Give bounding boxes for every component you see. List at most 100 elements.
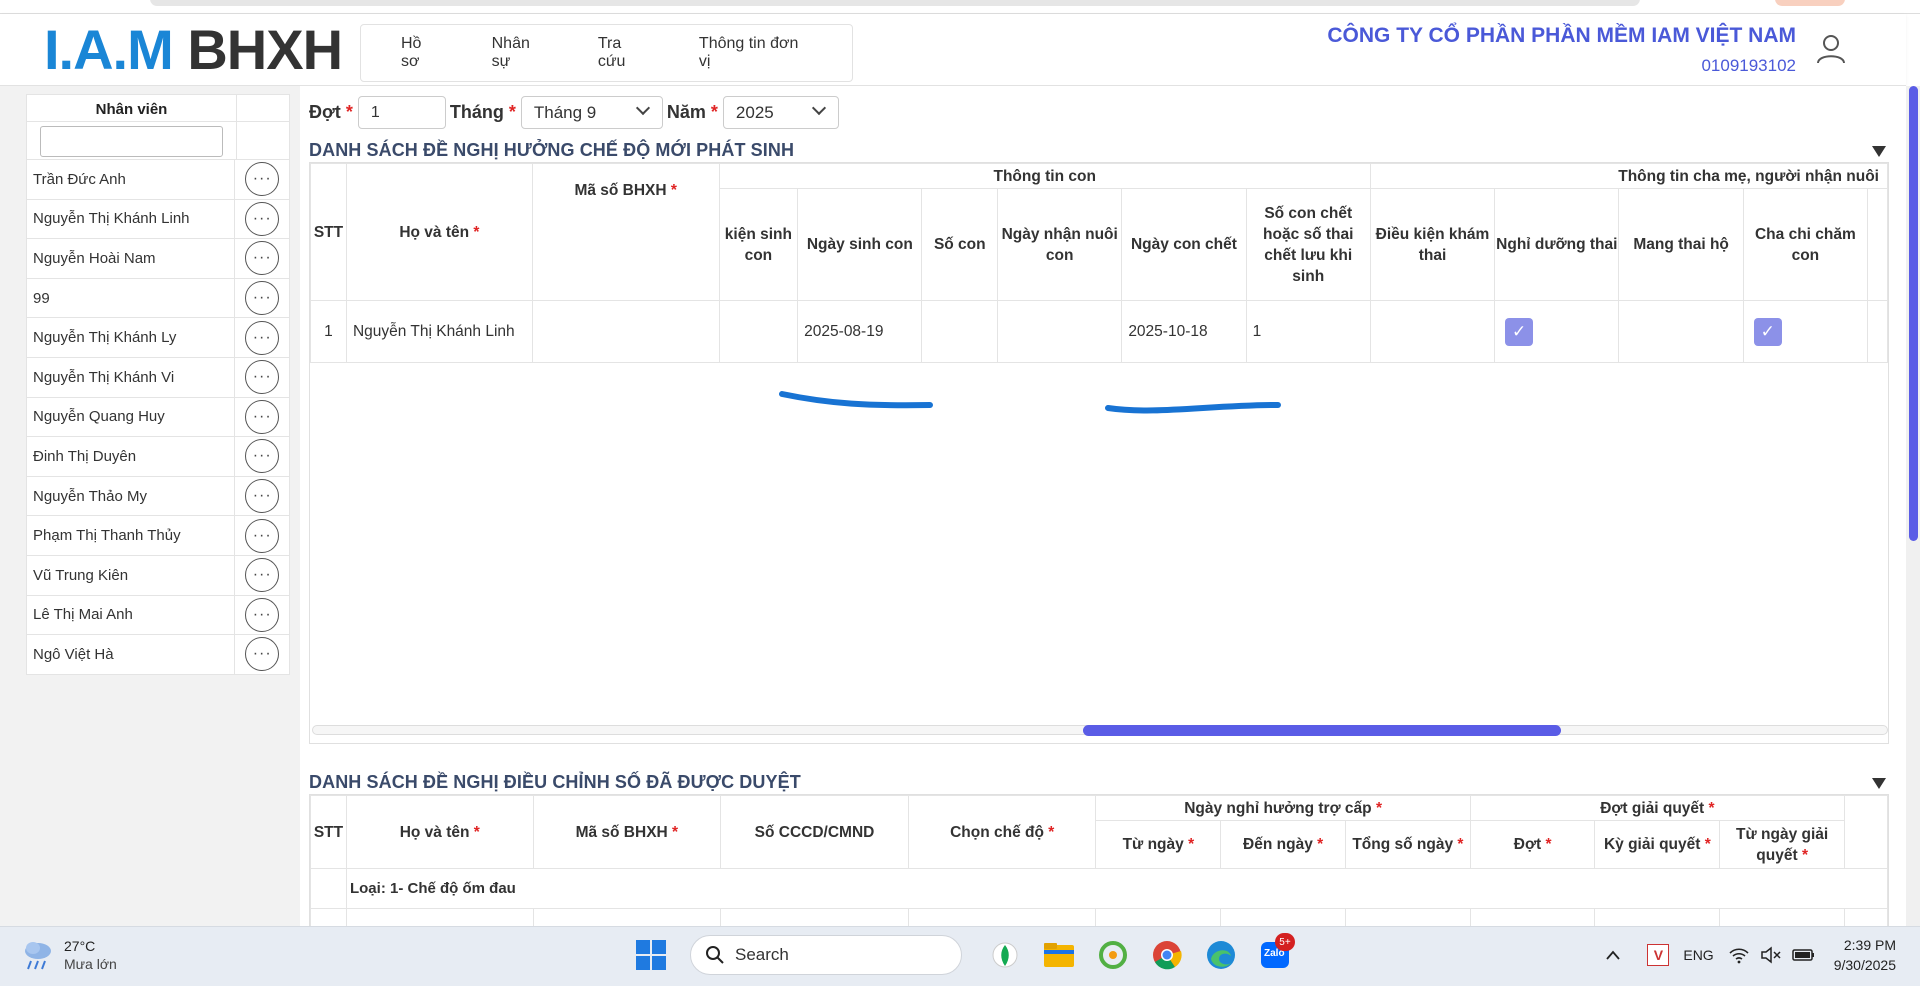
col-ky-giai-quyet: Kỳ giải quyết *: [1594, 820, 1721, 869]
group-dot-giai-quyet: Đợt giải quyết *: [1469, 795, 1846, 821]
green-app-icon[interactable]: [1093, 935, 1133, 975]
chevron-up-icon[interactable]: [1605, 949, 1621, 961]
edge-icon[interactable]: [1201, 935, 1241, 975]
mongodb-app-icon[interactable]: [985, 935, 1025, 975]
list-item[interactable]: Nguyễn Hoài Nam ···: [26, 239, 290, 279]
employee-search-input[interactable]: [40, 126, 223, 157]
list-item[interactable]: Nguyễn Thị Khánh Linh ···: [26, 199, 290, 240]
employee-name[interactable]: Vũ Trung Kiên: [27, 555, 236, 595]
collapse-triangle-icon[interactable]: [1872, 778, 1886, 789]
more-options-button[interactable]: ···: [245, 399, 280, 434]
employee-name[interactable]: Đinh Thị Duyên: [27, 437, 236, 476]
list-item[interactable]: Đinh Thị Duyên ···: [26, 437, 290, 477]
list-item[interactable]: Ngô Việt Hà ···: [26, 635, 290, 675]
language-indicator[interactable]: ENG: [1683, 947, 1713, 963]
employee-name[interactable]: Nguyễn Hoài Nam: [27, 239, 236, 278]
more-options-button[interactable]: ···: [245, 241, 280, 276]
group-ngay-nghi: Ngày nghỉ hưởng trợ cấp *: [1095, 795, 1471, 821]
col-tong-so-ngay: Tổng số ngày *: [1344, 820, 1471, 869]
vertical-scrollbar[interactable]: [1906, 86, 1920, 926]
rain-cloud-icon: [25, 942, 51, 970]
more-options-button[interactable]: ···: [245, 162, 280, 197]
more-options-button[interactable]: ···: [245, 281, 280, 316]
employee-name[interactable]: Lê Thị Mai Anh: [27, 595, 236, 635]
more-options-button[interactable]: ···: [245, 439, 280, 474]
more-options-button[interactable]: ···: [245, 558, 280, 593]
chrome-icon[interactable]: [1147, 935, 1187, 975]
nav-thong-tin-don-vi[interactable]: Thông tin đơn vị: [699, 35, 799, 71]
list-item[interactable]: Lê Thị Mai Anh ···: [26, 595, 290, 636]
nav-ho-so[interactable]: Hồ sơ: [401, 35, 439, 71]
browser-address-bar[interactable]: [150, 0, 1640, 6]
taskbar-apps: Search Zalo 5+: [636, 933, 1302, 975]
more-options-button[interactable]: ···: [245, 201, 280, 236]
employee-name[interactable]: Nguyễn Thảo My: [27, 476, 236, 516]
list-item[interactable]: Nguyễn Thảo My ···: [26, 476, 290, 517]
period-filters: Đợt * 1 Tháng * Tháng 9 Năm * 2025: [309, 96, 843, 129]
employee-name[interactable]: Ngô Việt Hà: [27, 635, 236, 674]
col-tu-ngay-giai-quyet: Từ ngày giải quyết *: [1719, 820, 1846, 869]
employee-name[interactable]: Phạm Thị Thanh Thủy: [27, 516, 236, 555]
volume-muted-icon[interactable]: [1760, 946, 1782, 964]
chevron-down-icon: [635, 100, 650, 116]
list-item[interactable]: Nguyễn Quang Huy ···: [26, 397, 290, 438]
employee-name[interactable]: Nguyễn Thị Khánh Vi: [27, 357, 236, 397]
wifi-icon[interactable]: [1728, 946, 1750, 964]
app-logo[interactable]: I.A.M BHXH: [44, 18, 343, 81]
more-options-button[interactable]: ···: [245, 637, 280, 672]
employee-name[interactable]: Nguyễn Thị Khánh Linh: [27, 199, 236, 239]
horizontal-scrollbar-thumb[interactable]: [1083, 725, 1561, 736]
nav-tra-cuu[interactable]: Tra cứu: [598, 35, 646, 71]
employee-name[interactable]: 99: [27, 278, 236, 318]
clock-date: 9/30/2025: [1833, 957, 1896, 973]
vertical-scrollbar-thumb[interactable]: [1909, 86, 1918, 541]
system-clock[interactable]: 2:39 PM 9/30/2025: [1834, 935, 1896, 975]
employee-action-cell: ···: [235, 360, 289, 395]
list-item[interactable]: Vũ Trung Kiên ···: [26, 555, 290, 596]
list-item[interactable]: Trần Đức Anh ···: [26, 160, 290, 200]
zalo-badge: 5+: [1275, 933, 1295, 951]
employee-name[interactable]: Trần Đức Anh: [27, 160, 236, 199]
list-item[interactable]: Nguyễn Thị Khánh Ly ···: [26, 318, 290, 358]
zalo-icon[interactable]: Zalo 5+: [1255, 933, 1295, 975]
collapse-triangle-icon[interactable]: [1872, 146, 1886, 157]
employee-name[interactable]: Nguyễn Thị Khánh Ly: [27, 318, 236, 357]
more-options-button[interactable]: ···: [245, 360, 280, 395]
main-nav: Hồ sơ Nhân sự Tra cứu Thông tin đơn vị: [360, 24, 853, 82]
weather-widget[interactable]: 27°C Mưa lớn: [20, 937, 117, 973]
list-item[interactable]: Phạm Thị Thanh Thủy ···: [26, 516, 290, 556]
year-value: 2025: [735, 103, 774, 122]
horizontal-scrollbar[interactable]: [312, 725, 1888, 736]
taskbar-search[interactable]: Search: [690, 935, 962, 975]
annotation-strokes: [779, 391, 1281, 414]
employee-action-cell: ···: [235, 281, 289, 316]
user-icon[interactable]: [1814, 32, 1848, 66]
file-explorer-icon[interactable]: [1039, 935, 1079, 975]
col-dot: Đợt *: [1469, 820, 1596, 869]
employee-action-cell: ···: [235, 439, 289, 474]
browser-profile-pill[interactable]: [1775, 0, 1845, 6]
logo-bhxh: BHXH: [187, 18, 343, 81]
month-label: Tháng *: [449, 102, 516, 122]
employee-action-cell: ···: [235, 637, 289, 672]
col-so-cccd: Số CCCD/CMND: [720, 795, 909, 869]
more-options-button[interactable]: ···: [245, 597, 280, 632]
list-item[interactable]: Nguyễn Thị Khánh Vi ···: [26, 357, 290, 398]
windows-start-icon[interactable]: [636, 940, 666, 970]
col-tu-ngay: Từ ngày *: [1095, 820, 1222, 869]
employee-table-header: Nhân viên: [26, 94, 290, 122]
vietkey-icon[interactable]: V: [1647, 944, 1670, 966]
more-options-button[interactable]: ···: [245, 320, 280, 355]
battery-icon[interactable]: [1791, 947, 1816, 963]
year-select[interactable]: 2025: [722, 96, 839, 129]
nav-nhan-su[interactable]: Nhân sự: [492, 35, 545, 71]
more-options-button[interactable]: ···: [245, 479, 280, 514]
app-header: I.A.M BHXH Hồ sơ Nhân sự Tra cứu Thông t…: [0, 14, 1906, 86]
dot-input[interactable]: 1: [357, 96, 446, 129]
annotation-underline-death: [1105, 402, 1281, 414]
weather-temp: 27°C: [64, 938, 96, 954]
more-options-button[interactable]: ···: [245, 518, 280, 553]
employee-name[interactable]: Nguyễn Quang Huy: [27, 397, 236, 437]
month-select[interactable]: Tháng 9: [520, 96, 663, 129]
list-item[interactable]: 99 ···: [26, 278, 290, 319]
